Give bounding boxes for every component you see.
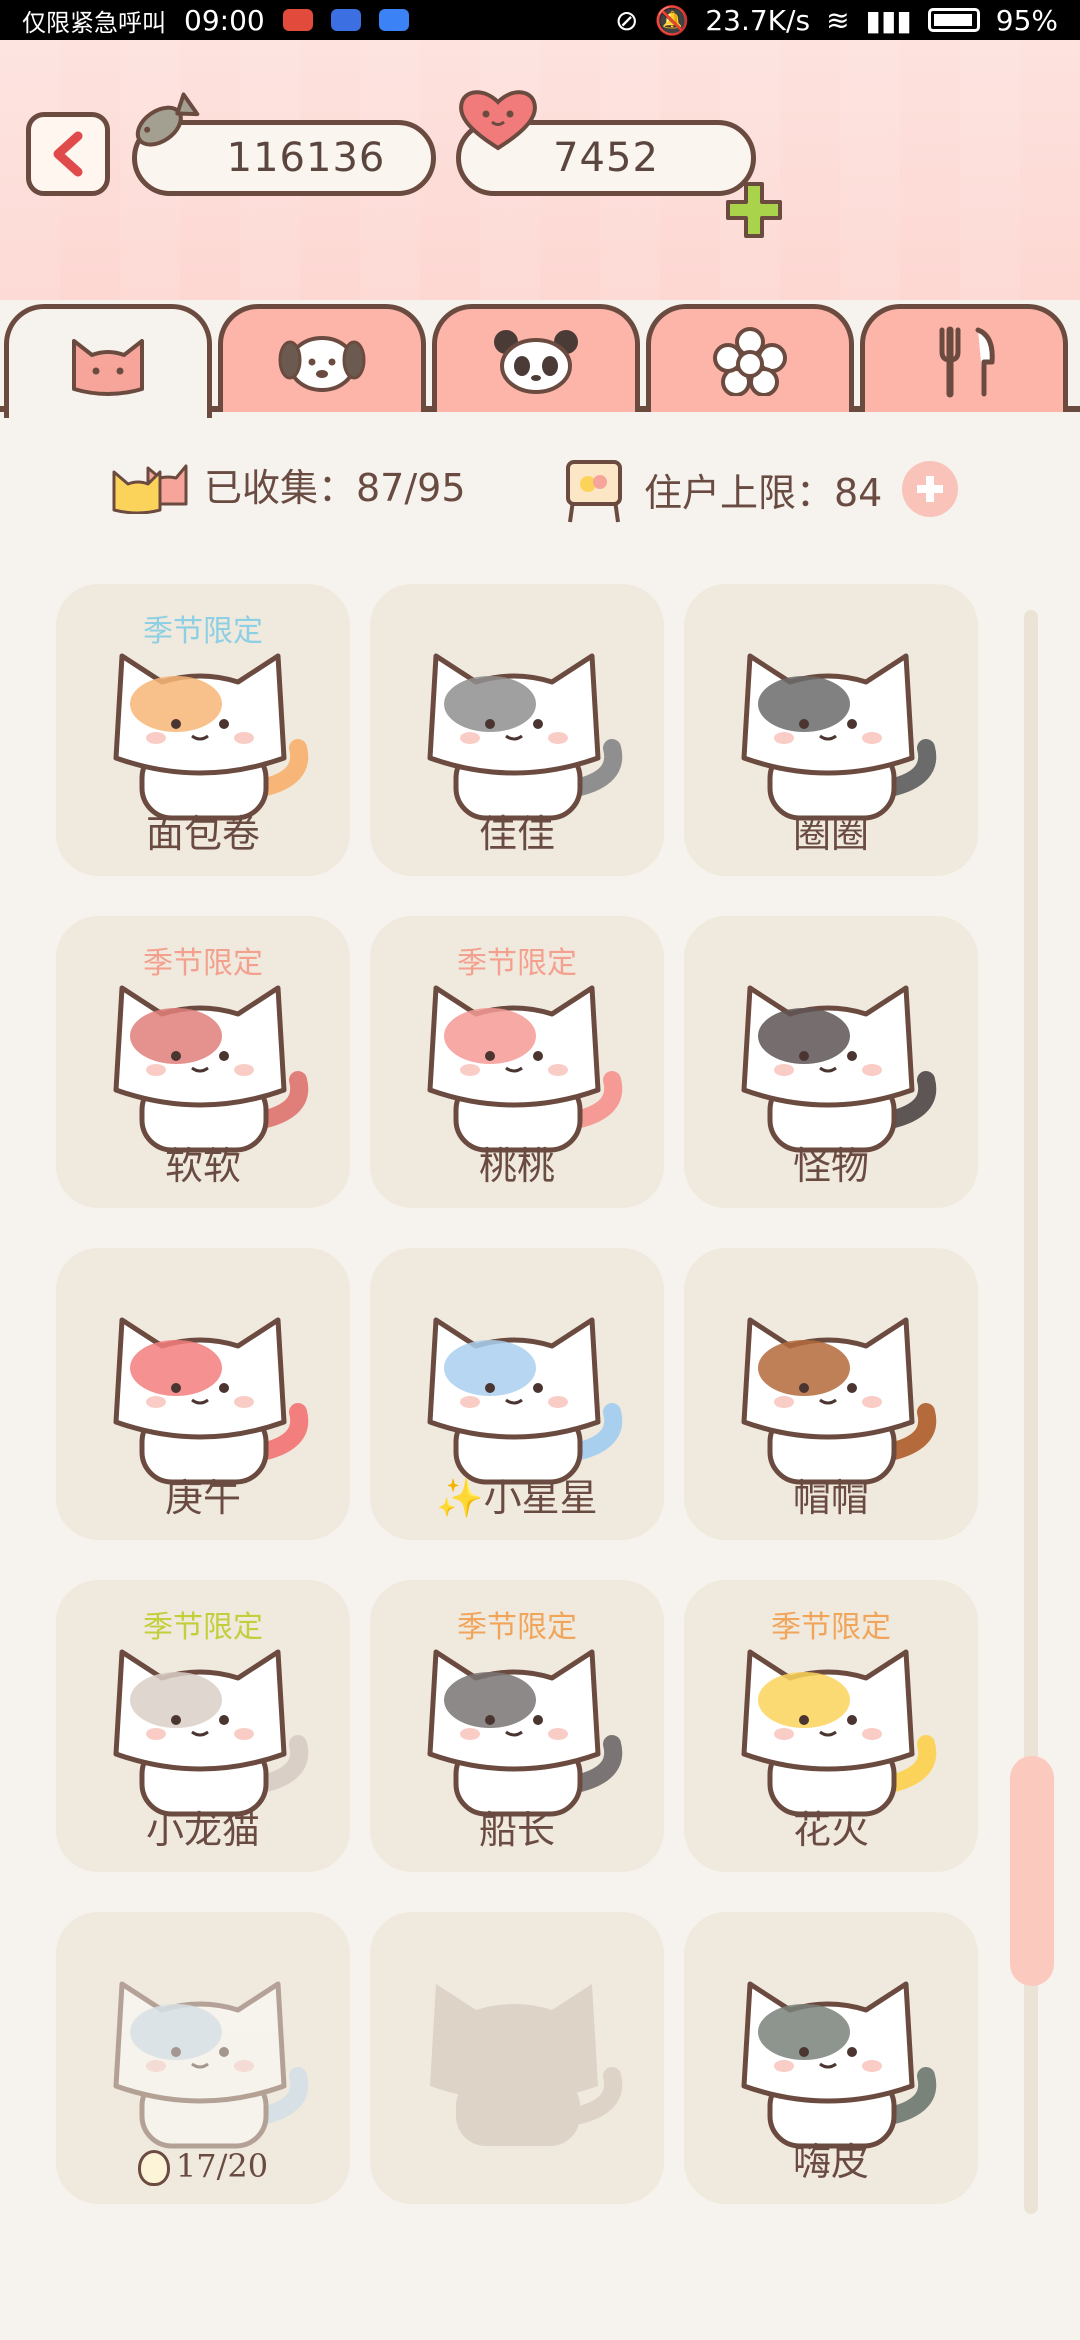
heart-count: 7452 (553, 135, 659, 181)
residents-stat: 住户上限：84 (556, 454, 959, 524)
cat-name: ✨小星星 (370, 1467, 664, 1522)
cat-grid: 季节限定 面包卷 佳佳 圈圈 季节限定 软软 季节限定 桃桃 怪物 庚午 ✨小星星 帽帽 季节限定 小龙猫… (56, 584, 980, 2204)
cat-name: 怪物 (684, 1135, 978, 1190)
bell-off-icon: 🔕 (654, 3, 690, 37)
signboard-icon (566, 460, 622, 523)
cat-name: 船长 (370, 1799, 664, 1854)
panda-face-icon (494, 329, 578, 394)
cat-name-text: 船长 (478, 1808, 555, 1852)
sparkle-icon: ✨ (436, 1476, 484, 1520)
cat-card[interactable]: 帽帽 (684, 1248, 978, 1540)
cat-name-text: 佳佳 (478, 812, 555, 856)
cat-name: 桃桃 (370, 1135, 664, 1190)
cat-name: 花火 (684, 1799, 978, 1854)
plus-icon (917, 476, 944, 502)
back-button[interactable] (26, 112, 110, 196)
add-residents-button[interactable] (902, 461, 959, 517)
back-arrow-icon (53, 131, 83, 177)
unlock-progress: 17/20 (56, 2146, 350, 2186)
cat-name: 庚午 (56, 1467, 350, 1522)
battery-level: 95% (995, 3, 1058, 37)
fish-count: 116136 (226, 135, 386, 181)
cat-card[interactable]: ✨小星星 (370, 1248, 664, 1540)
cat-name-text: 小星星 (483, 1476, 598, 1520)
cat-name-text: 庚午 (164, 1476, 241, 1520)
message-icon (378, 9, 409, 31)
cat-card[interactable]: 庚午 (56, 1248, 350, 1540)
cat-name: 圈圈 (684, 803, 978, 858)
cat-name-text: 怪物 (792, 1144, 869, 1188)
mute-icon: ⊘ (614, 3, 639, 37)
cat-card[interactable]: 怪物 (684, 916, 978, 1208)
cat-name: 佳佳 (370, 803, 664, 858)
flower-icon (713, 326, 787, 396)
egg-icon (137, 2150, 170, 2186)
dog-face-icon (278, 335, 366, 392)
season-limited-label: 季节限定 (457, 946, 577, 981)
tab-food[interactable] (860, 304, 1068, 412)
heart-icon (459, 90, 537, 151)
residents-text: 住户上限：84 (644, 470, 883, 515)
clock: 09:00 (184, 3, 265, 37)
cat-name-text: 帽帽 (792, 1476, 869, 1520)
cat-illustration-icon (430, 1984, 623, 2146)
signal-icon: ▮▮▮ (865, 3, 912, 37)
cat-name: 面包卷 (56, 803, 350, 858)
cat-card[interactable]: 季节限定 船长 (370, 1580, 664, 1872)
collected-stat: 已收集：87/95 (108, 454, 466, 514)
cat-name-text: 嗨皮 (792, 2140, 869, 2184)
cat-name: 软软 (56, 1135, 350, 1190)
tab-cat[interactable] (4, 304, 212, 418)
season-limited-label: 季节限定 (143, 946, 263, 981)
net-speed: 23.7K/s (705, 3, 811, 37)
cat-collection-icon (112, 464, 188, 514)
cat-name-text: 圈圈 (792, 812, 869, 856)
carrier-text: 仅限紧急呼叫 (22, 8, 166, 37)
status-bar: 仅限紧急呼叫 09:00 ⊘ 🔕 23.7K/s ≋ ▮▮▮ 95% (0, 0, 1080, 40)
season-limited-label: 季节限定 (771, 1610, 891, 1645)
cat-card[interactable]: 嗨皮 (684, 1912, 978, 2204)
cat-card[interactable]: 季节限定 桃桃 (370, 916, 664, 1208)
battery-icon (927, 8, 980, 32)
collected-text: 已收集：87/95 (204, 465, 466, 510)
cat-card[interactable]: 17/20 (56, 1912, 350, 2204)
progress-text: 17/20 (175, 2146, 269, 2185)
cat-card[interactable]: 佳佳 (370, 584, 664, 876)
cat-name: 帽帽 (684, 1467, 978, 1522)
cat-card[interactable] (370, 1912, 664, 2204)
tab-flower[interactable] (646, 304, 854, 412)
season-limited-label: 季节限定 (143, 614, 263, 649)
utensils-icon (939, 326, 995, 397)
cat-face-icon (72, 338, 144, 396)
season-limited-label: 季节限定 (143, 1610, 263, 1645)
collection-stats: 已收集：87/95 住户上限：84 (0, 440, 1080, 523)
cat-illustration-icon (113, 1981, 309, 2149)
season-limited-label: 季节限定 (457, 1610, 577, 1645)
tab-dog[interactable] (218, 304, 426, 412)
cat-card[interactable]: 季节限定 花火 (684, 1580, 978, 1872)
app-icon (330, 9, 361, 31)
cat-name-text: 面包卷 (145, 812, 260, 856)
wifi-icon: ≋ (826, 3, 850, 37)
cat-card[interactable]: 圈圈 (684, 584, 978, 876)
cat-name-text: 花火 (792, 1808, 869, 1852)
cat-name: 嗨皮 (684, 2131, 978, 2186)
category-tabs (0, 300, 1080, 418)
tab-panda[interactable] (432, 304, 640, 412)
cat-card[interactable]: 季节限定 小龙猫 (56, 1580, 350, 1872)
cat-name: 小龙猫 (56, 1799, 350, 1854)
fish-icon (135, 92, 200, 147)
weibo-icon (282, 9, 313, 31)
top-header: 116136 7452 (0, 40, 1080, 300)
cat-name-text: 小龙猫 (145, 1808, 260, 1852)
cat-name-text: 桃桃 (478, 1144, 555, 1188)
cat-card[interactable]: 季节限定 软软 (56, 916, 350, 1208)
cat-name-text: 软软 (164, 1144, 241, 1188)
add-hearts-button[interactable] (722, 178, 786, 242)
scroll-thumb[interactable] (1010, 1756, 1054, 1986)
cat-card[interactable]: 季节限定 面包卷 (56, 584, 350, 876)
